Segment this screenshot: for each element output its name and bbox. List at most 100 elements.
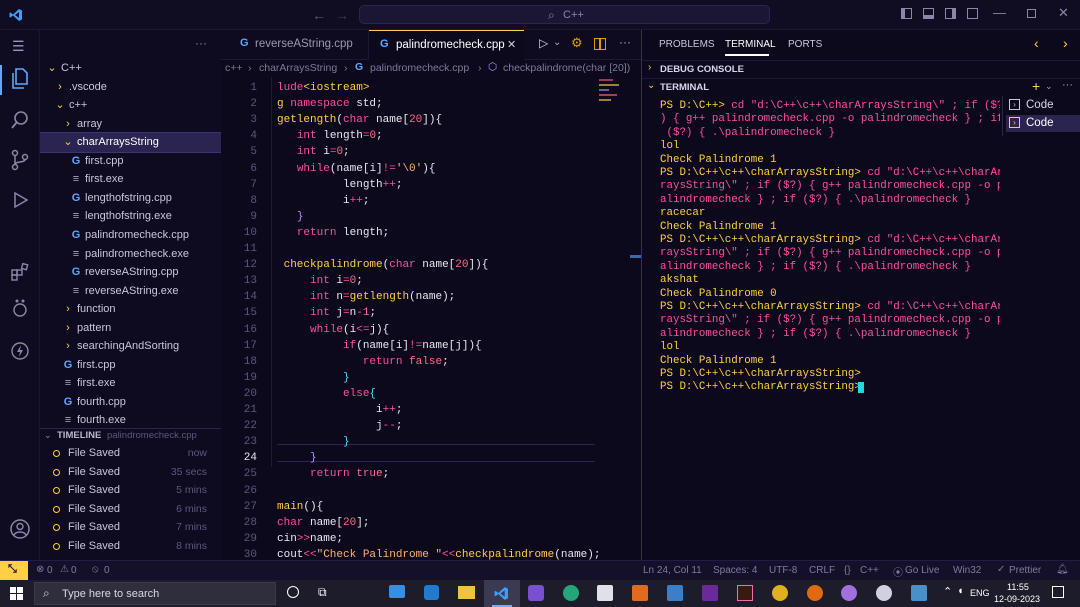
command-center-search[interactable]: ⌕ C++ <box>359 5 770 24</box>
code-area[interactable]: 1 lude<iostream> 2 g namespace std; 3 getleng… <box>221 77 621 560</box>
vscode-taskbar-active[interactable] <box>484 580 520 607</box>
breadcrumb-item-file[interactable]: palindromecheck.cpp <box>370 62 469 74</box>
language-indicator[interactable]: ENG <box>970 588 990 598</box>
timeline-entry[interactable]: File Saved now <box>40 444 221 463</box>
extensions-icon[interactable] <box>10 262 30 282</box>
go-live[interactable]: Go Live <box>905 565 939 576</box>
chevron-down-icon[interactable]: ⌄ <box>1045 81 1053 92</box>
menu-icon[interactable]: ☰ <box>12 38 25 55</box>
tray-chevron-icon[interactable]: ⌃ <box>943 585 952 598</box>
tree-item[interactable]: ⌄ charArraysString <box>40 132 221 153</box>
visual-studio-icon[interactable] <box>528 585 544 601</box>
tree-item[interactable]: GreverseAString.cpp <box>40 263 221 282</box>
toggle-panel-icon[interactable] <box>923 8 934 19</box>
timeline-entry[interactable]: File Saved 8 mins <box>40 537 221 556</box>
chevron-left-icon[interactable]: ‹ <box>1034 35 1039 51</box>
timeline-header[interactable]: ⌄ TIMELINE palindromecheck.cpp <box>40 428 221 442</box>
encoding[interactable]: UTF-8 <box>769 565 797 576</box>
tab-reverseastring[interactable]: G reverseAString.cpp <box>221 30 369 60</box>
explorer-icon[interactable] <box>10 68 30 90</box>
customize-layout-icon[interactable] <box>967 8 978 19</box>
xampp-icon[interactable] <box>632 585 648 601</box>
more-actions-icon[interactable]: ··· <box>195 36 207 50</box>
tree-item[interactable]: Gfirst.cpp <box>40 152 221 171</box>
warning-count[interactable]: 0 <box>71 565 77 576</box>
close-icon[interactable]: ✕ <box>1058 5 1069 21</box>
search-icon[interactable] <box>10 110 30 130</box>
source-control-icon[interactable] <box>10 149 30 171</box>
minimize-icon[interactable]: — <box>993 5 1006 20</box>
tree-item[interactable]: ≡ reverseAString.exe <box>40 282 221 301</box>
timeline-entry[interactable]: File Saved 7 mins <box>40 518 221 537</box>
clock-date[interactable]: 12-09-2023 <box>994 594 1040 604</box>
terminal-header[interactable]: ⌄ TERMINAL + ⌄ ··· <box>642 78 1080 94</box>
clock-time[interactable]: 11:55 <box>1007 582 1029 592</box>
tree-item[interactable]: ⌄ c++ <box>40 96 221 115</box>
timeline-entry[interactable]: File Saved 5 mins <box>40 481 221 500</box>
close-tab-icon[interactable]: ✕ <box>507 38 516 51</box>
maximize-icon[interactable] <box>1027 9 1036 18</box>
tree-item[interactable]: ≡ palindromecheck.exe <box>40 245 221 264</box>
tree-item[interactable]: ≡ first.exe <box>40 170 221 189</box>
toggle-secondary-sidebar-icon[interactable] <box>945 8 956 19</box>
cursor-position[interactable]: Ln 24, Col 11 <box>643 565 702 576</box>
app-icon[interactable] <box>911 585 927 601</box>
tree-item[interactable]: › searchingAndSorting <box>40 337 221 356</box>
chevron-right-icon[interactable]: › <box>1063 35 1068 51</box>
volume-icon[interactable]: ◖ <box>957 585 964 597</box>
dreamweaver-icon[interactable] <box>737 585 753 601</box>
tree-item[interactable]: ⌄ C++ <box>40 59 221 78</box>
mail-app-icon[interactable] <box>389 585 405 598</box>
task-view-icon[interactable]: ⧉ <box>318 585 327 600</box>
tree-item[interactable]: Glengthofstring.cpp <box>40 189 221 208</box>
tree-item[interactable]: ≡ first.exe <box>40 374 221 393</box>
debug-console-header[interactable]: › DEBUG CONSOLE <box>642 60 1080 76</box>
tree-item[interactable]: ≡ lengthofstring.exe <box>40 207 221 226</box>
tree-item[interactable]: › .vscode <box>40 78 221 97</box>
breadcrumb-item-cpp[interactable]: c++ <box>225 62 243 74</box>
tab-terminal[interactable]: TERMINAL <box>725 39 776 50</box>
tree-item[interactable]: Gfourth.cpp <box>40 393 221 412</box>
scrollbar-marker[interactable] <box>630 255 641 258</box>
terminal-session-item[interactable]: › Code <box>1006 97 1080 114</box>
app-icon[interactable] <box>667 585 683 601</box>
forward-arrow-icon[interactable]: → <box>335 7 349 23</box>
more-actions-icon[interactable]: ··· <box>1062 79 1073 91</box>
language-mode[interactable]: C++ <box>860 565 879 576</box>
timeline-entry[interactable]: File Saved 6 mins <box>40 500 221 519</box>
minimap[interactable] <box>599 76 625 126</box>
tab-palindromecheck[interactable]: G palindromecheck.cpp ✕ <box>369 30 524 60</box>
tree-item[interactable]: Gpalindromecheck.cpp <box>40 226 221 245</box>
live-share-icon[interactable] <box>10 341 30 361</box>
edge-icon[interactable] <box>563 585 579 601</box>
app-icon[interactable] <box>876 585 892 601</box>
tab-ports[interactable]: PORTS <box>788 39 822 50</box>
notification-center-icon[interactable] <box>1052 586 1064 598</box>
tree-item[interactable]: › array <box>40 115 221 134</box>
terminal-output[interactable]: PS D:\C++> cd "d:\C++\c++\charArraysStri… <box>642 100 1002 400</box>
new-terminal-icon[interactable]: + <box>1032 78 1040 94</box>
account-icon[interactable] <box>9 518 31 540</box>
chevron-down-icon[interactable]: ⌄ <box>553 37 561 48</box>
platform[interactable]: Win32 <box>953 565 981 576</box>
taskbar-search-box[interactable]: ⌕ Type here to search <box>34 582 276 605</box>
remote-indicator[interactable]: ⤡ <box>0 561 28 580</box>
cortana-icon[interactable] <box>287 586 299 598</box>
run-debug-icon[interactable] <box>10 190 30 210</box>
github-icon[interactable] <box>841 585 857 601</box>
tree-item[interactable]: › function <box>40 300 221 319</box>
error-count[interactable]: 0 <box>47 565 53 576</box>
timeline-entry[interactable]: File Saved 35 secs <box>40 463 221 482</box>
prettier[interactable]: Prettier <box>1009 565 1041 576</box>
store-app-icon[interactable] <box>424 585 439 600</box>
blender-icon[interactable] <box>807 585 823 601</box>
testing-icon[interactable] <box>10 298 30 318</box>
gear-icon[interactable]: ⚙ <box>571 35 583 51</box>
app-icon[interactable] <box>702 585 718 601</box>
ports-count[interactable]: 0 <box>104 565 110 576</box>
windows-start-icon[interactable] <box>10 587 23 600</box>
breadcrumb-item-folder[interactable]: charArraysString <box>259 62 337 74</box>
run-icon[interactable]: ▷ <box>539 36 548 50</box>
back-arrow-icon[interactable]: ← <box>312 7 326 23</box>
tree-item[interactable]: › pattern <box>40 319 221 338</box>
